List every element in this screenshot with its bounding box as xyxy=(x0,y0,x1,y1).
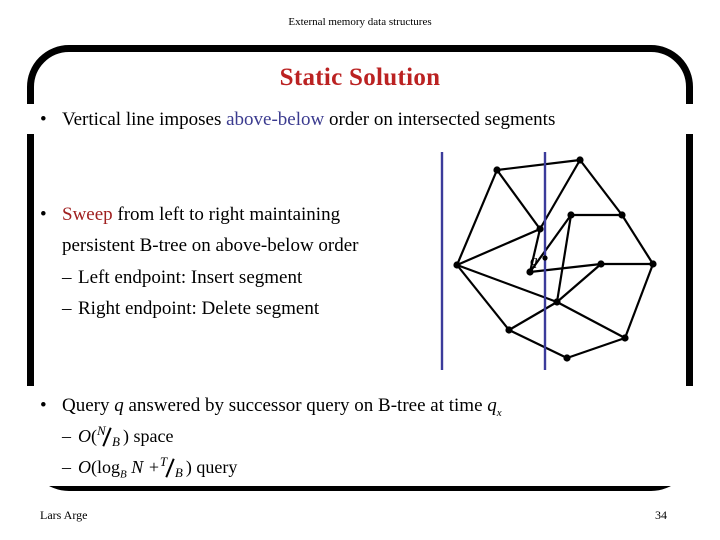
footer-page-number: 34 xyxy=(655,508,667,522)
subdivision-vertex xyxy=(618,211,626,219)
bullet-marker-icon: • xyxy=(40,204,47,225)
fraction-denominator: B xyxy=(112,434,120,450)
subdivision-vertex xyxy=(563,354,571,362)
math-query-suffix: query xyxy=(191,457,238,477)
bullet-vertical-line: • Vertical line imposes above-below order… xyxy=(40,109,555,131)
subdivision-edge xyxy=(496,169,541,230)
subdivision-edge xyxy=(508,329,568,359)
subdivision-edge xyxy=(496,158,581,172)
bullet3-mid: answered by successor query on B-tree at… xyxy=(123,395,488,416)
running-header: External memory data structures xyxy=(288,16,432,28)
bullet-marker-icon: • xyxy=(40,395,47,416)
query-point-label: q xyxy=(530,253,538,269)
footer-author: Lars Arge xyxy=(40,508,88,522)
math-query-log-base: B xyxy=(120,468,127,481)
subdivision-vertex xyxy=(553,298,561,306)
dash-marker-icon: – xyxy=(62,426,71,446)
bullet1-highlight-above-below: above-below xyxy=(226,109,325,130)
math-query-operand: N + xyxy=(126,457,160,477)
slide-canvas: External memory data structures Static S… xyxy=(0,0,720,540)
dash-marker-icon: – xyxy=(62,267,72,288)
slide-title: Static Solution xyxy=(279,64,441,91)
bullet3-qx-base: q xyxy=(487,395,497,416)
subdivision-edge xyxy=(566,336,626,360)
subdivision-vertex xyxy=(536,225,544,233)
subdivision-edge xyxy=(508,301,558,331)
subdivision-vertex xyxy=(621,334,629,342)
bullet-marker-icon: • xyxy=(40,109,47,130)
math-query-op: O xyxy=(78,457,91,477)
fraction-t-over-b: TB xyxy=(160,454,186,481)
math-query-open: (log xyxy=(91,457,120,477)
math-query-complexity: – O(logB N + T B) query xyxy=(62,454,238,481)
bullet1-text-part1: Vertical line imposes xyxy=(62,109,227,130)
fraction-numerator: N xyxy=(97,423,106,439)
bullet-sweep: • Sweep from left to right maintaining xyxy=(40,204,340,226)
subdivision-vertex xyxy=(576,156,584,164)
subdivision-vertex xyxy=(493,166,501,174)
query-point-dot xyxy=(542,255,548,261)
dash-marker-icon: – xyxy=(62,457,71,477)
bullet3-qx-subscript: x xyxy=(496,406,502,419)
subdivision-edges xyxy=(455,158,655,360)
bullet-sweep-line2: persistent B-tree on above-below order xyxy=(62,235,359,256)
subdivision-edge xyxy=(555,214,573,303)
bullet1-text-part2: order on intersected segments xyxy=(324,109,556,130)
subdivision-vertex xyxy=(505,326,513,334)
fraction-n-over-b: NB xyxy=(97,423,123,450)
subdivision-edge xyxy=(623,263,655,339)
subbullet-left-endpoint: – Left endpoint: Insert segment xyxy=(62,267,302,289)
bullet3-pre: Query xyxy=(62,395,115,416)
query-point xyxy=(542,255,548,261)
math-space-suffix: space xyxy=(129,426,174,446)
subdivision-edge xyxy=(621,214,654,265)
planar-subdivision-figure xyxy=(440,152,657,370)
math-space-complexity: – O(N B) space xyxy=(62,423,174,450)
subdivision-edge xyxy=(579,159,623,216)
bullet3-q-symbol: q xyxy=(114,395,124,416)
subbullet-right-endpoint: – Right endpoint: Delete segment xyxy=(62,298,319,320)
bullet2-highlight-sweep: Sweep xyxy=(62,204,113,225)
subdivision-vertices xyxy=(453,156,657,362)
subdivision-edge xyxy=(529,262,602,274)
subdivision-vertex xyxy=(567,211,575,219)
subdivision-edge xyxy=(556,263,602,303)
subbullet1-text: Left endpoint: Insert segment xyxy=(78,267,303,288)
bullet2-rest: from left to right maintaining xyxy=(112,204,341,225)
fraction-numerator: T xyxy=(159,454,168,470)
bullet-query: • Query q answered by successor query on … xyxy=(40,395,502,419)
fraction-denominator: B xyxy=(174,465,183,481)
math-space-op: O xyxy=(78,426,91,446)
subbullet2-text: Right endpoint: Delete segment xyxy=(78,298,320,319)
subdivision-vertex xyxy=(649,260,657,268)
subdivision-edge xyxy=(556,301,626,339)
dash-marker-icon: – xyxy=(62,298,72,319)
subdivision-vertex xyxy=(597,260,605,268)
subdivision-vertex xyxy=(453,261,461,269)
